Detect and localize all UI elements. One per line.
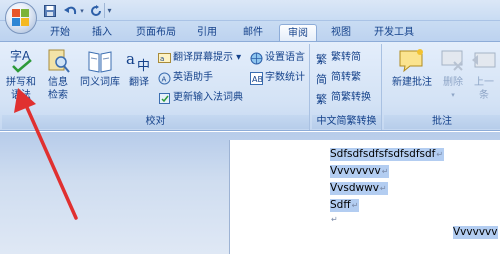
research-label-line2: 检索 xyxy=(48,90,68,101)
word-count-label: 字数统计 xyxy=(265,72,305,83)
screentip-icon: a xyxy=(158,52,171,65)
svg-text:简: 简 xyxy=(316,72,327,85)
spelling-grammar-button[interactable]: 字A 拼写和 语法 xyxy=(4,48,38,102)
globe-icon xyxy=(250,52,263,65)
word-count-button[interactable]: AB 字数统计 xyxy=(250,70,305,86)
undo-dropdown-icon[interactable]: ▾ xyxy=(78,3,86,18)
translate-screentip-label: 翻译屏幕提示 ▾ xyxy=(173,52,242,63)
new-comment-icon xyxy=(398,48,426,74)
update-ime-label: 更新输入法词典 xyxy=(173,92,243,103)
word-count-icon: AB xyxy=(250,71,263,85)
thesaurus-label: 同义词库 xyxy=(80,77,120,88)
spelling-label-line1: 拼写和 xyxy=(6,77,36,88)
undo-icon[interactable] xyxy=(62,3,78,18)
tab-insert[interactable]: 插入 xyxy=(86,24,118,42)
svg-text:繁: 繁 xyxy=(316,92,327,105)
tab-page-layout[interactable]: 页面布局 xyxy=(128,24,184,42)
document-line[interactable]: Vvsdwwv↵ xyxy=(330,182,388,195)
tab-view[interactable]: 视图 xyxy=(325,24,357,42)
paragraph-mark: ↵ xyxy=(331,215,338,224)
document-line-text: Vvsdwwv xyxy=(330,182,379,194)
svg-text:繁: 繁 xyxy=(316,52,327,65)
svg-text:a: a xyxy=(126,50,135,68)
paragraph-mark: ↵ xyxy=(379,184,387,193)
paragraph-mark: ↵ xyxy=(351,201,359,210)
new-comment-button[interactable]: 新建批注 xyxy=(388,48,436,89)
ribbon-panel: 字A 拼写和 语法 信息 检索 同义词库 a中 翻译 a 翻译屏幕提示 ▾ A … xyxy=(0,41,500,131)
document-line-text: Sdfsdfsdfsfsdfsdfsdf xyxy=(330,148,436,160)
group-comments: 新建批注 删除 ▾ 上一 条 批注 xyxy=(384,44,500,130)
chinese-conversion-icon: 繁 xyxy=(316,92,329,106)
customize-qat-icon[interactable]: ▾ xyxy=(104,3,114,18)
document-line-text: Sdff xyxy=(330,199,351,211)
tab-mailings[interactable]: 邮件 xyxy=(236,24,270,42)
thesaurus-button[interactable]: 同义词库 xyxy=(78,48,122,89)
update-dictionary-icon xyxy=(158,92,171,105)
group-chinese-conversion-label: 中文简繁转换 xyxy=(312,115,381,129)
paragraph-mark: ↵ xyxy=(381,167,389,176)
group-proofing: 字A 拼写和 语法 信息 检索 同义词库 a中 翻译 a 翻译屏幕提示 ▾ A … xyxy=(2,44,310,130)
delete-comment-button[interactable]: 删除 ▾ xyxy=(438,48,468,102)
tab-review[interactable]: 审阅 xyxy=(279,24,317,42)
document-line[interactable]: Sdfsdfsdfsfsdfsdfsdf↵ xyxy=(330,148,445,161)
paragraph-mark: ↵ xyxy=(436,150,444,159)
previous-label-line1: 上一 xyxy=(474,77,494,88)
english-assistant-label: 英语助手 xyxy=(173,72,213,83)
previous-comment-button[interactable]: 上一 条 xyxy=(470,48,498,102)
previous-label-line2: 条 xyxy=(479,90,489,101)
traditional-to-simplified-icon: 繁 xyxy=(316,52,329,66)
office-button[interactable] xyxy=(5,2,37,34)
redo-icon[interactable] xyxy=(88,3,104,18)
research-label-line1: 信息 xyxy=(48,77,68,88)
chinese-conversion-button[interactable]: 繁 简繁转换 xyxy=(316,90,371,106)
group-proofing-label: 校对 xyxy=(2,115,309,129)
spelling-check-icon: 字A xyxy=(7,48,35,74)
document-line[interactable]: Vvvvvvvv↵ xyxy=(330,165,390,178)
svg-text:A: A xyxy=(162,75,167,83)
translate-label: 翻译 xyxy=(129,77,149,88)
document-line-text: Vvvvvvvv xyxy=(330,165,381,177)
document-line[interactable]: Vvvvvvv xyxy=(453,226,499,239)
translate-screentip-button[interactable]: a 翻译屏幕提示 ▾ xyxy=(158,50,241,66)
traditional-to-simplified-button[interactable]: 繁 繁转简 xyxy=(316,50,361,66)
tab-references[interactable]: 引用 xyxy=(190,24,224,42)
english-assistant-icon: A xyxy=(158,72,171,85)
tab-developer[interactable]: 开发工具 xyxy=(366,24,422,42)
delete-label: 删除 xyxy=(443,77,463,88)
set-language-label: 设置语言 xyxy=(265,52,305,63)
group-comments-label: 批注 xyxy=(384,115,500,129)
update-ime-dictionary-button[interactable]: 更新输入法词典 xyxy=(158,90,243,106)
to-simplified-label: 繁转简 xyxy=(331,52,361,63)
english-assistant-button[interactable]: A 英语助手 xyxy=(158,70,213,86)
group-chinese-conversion: 繁 繁转简 简 简转繁 繁 简繁转换 中文简繁转换 xyxy=(312,44,382,130)
ribbon-tab-bar: 开始 插入 页面布局 引用 邮件 审阅 视图 开发工具 xyxy=(0,21,500,42)
simplified-to-traditional-icon: 简 xyxy=(316,72,329,86)
svg-text:字A: 字A xyxy=(10,48,31,63)
document-line[interactable]: Sdff↵ xyxy=(330,199,360,212)
research-icon xyxy=(44,48,72,74)
conversion-label: 简繁转换 xyxy=(331,92,371,103)
thesaurus-icon xyxy=(86,48,114,74)
translate-button[interactable]: a中 翻译 xyxy=(124,48,154,89)
simplified-to-traditional-button[interactable]: 简 简转繁 xyxy=(316,70,361,86)
office-logo-icon xyxy=(12,9,30,27)
spelling-label-line2: 语法 xyxy=(11,90,31,101)
new-comment-label: 新建批注 xyxy=(392,77,432,88)
svg-text:AB: AB xyxy=(252,75,263,84)
tab-home[interactable]: 开始 xyxy=(42,24,78,42)
svg-text:a: a xyxy=(160,55,164,63)
save-icon[interactable] xyxy=(42,3,58,18)
to-traditional-label: 简转繁 xyxy=(331,72,361,83)
set-language-button[interactable]: 设置语言 xyxy=(250,50,305,66)
translate-icon: a中 xyxy=(125,48,153,74)
quick-access-toolbar: ▾ ▾ xyxy=(0,0,500,21)
delete-comment-icon xyxy=(439,48,467,74)
svg-text:中: 中 xyxy=(137,59,150,74)
previous-comment-icon xyxy=(470,48,498,74)
delete-dropdown-icon: ▾ xyxy=(451,91,455,99)
document-line-text: Vvvvvvv xyxy=(453,226,498,238)
research-button[interactable]: 信息 检索 xyxy=(42,48,74,102)
